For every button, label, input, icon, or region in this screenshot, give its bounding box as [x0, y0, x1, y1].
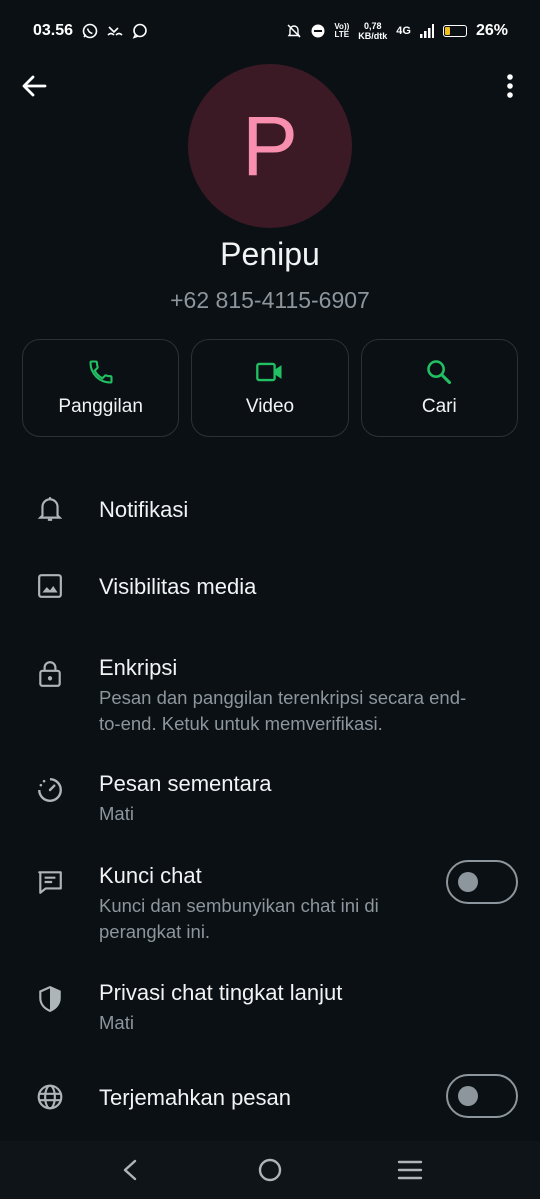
status-bar-right: Vo)) LTE 0,78 KB/dtk 4G 26% — [286, 21, 508, 41]
contact-avatar[interactable]: P — [188, 64, 352, 228]
advanced-privacy-row[interactable]: Privasi chat tingkat lanjut Mati — [0, 977, 540, 1037]
missed-call-icon — [107, 23, 123, 39]
advanced-privacy-subtitle: Mati — [99, 1012, 134, 1033]
chat-lock-row[interactable]: Kunci chat Kunci dan sembunyikan chat in… — [0, 860, 540, 950]
volte-bottom: LTE — [334, 30, 350, 39]
network-speed-value: 0,78 — [364, 21, 382, 31]
translate-messages-row[interactable]: Terjemahkan pesan — [0, 1074, 540, 1120]
network-speed: 0,78 KB/dtk — [358, 21, 387, 41]
status-bar-left: 03.56 — [33, 22, 148, 40]
video-icon — [256, 362, 282, 382]
nav-back-icon — [123, 1159, 137, 1181]
lock-icon — [34, 658, 66, 690]
nav-recents-icon — [397, 1160, 423, 1180]
globe-icon — [34, 1081, 66, 1113]
status-time: 03.56 — [33, 22, 74, 39]
whatsapp-icon — [82, 23, 98, 39]
battery-percent: 26% — [475, 22, 508, 39]
search-button-label: Cari — [421, 396, 457, 417]
contact-name: Penipu — [220, 236, 320, 272]
battery-fill — [444, 27, 450, 35]
more-options-button[interactable] — [498, 70, 522, 102]
nav-back-button[interactable] — [110, 1150, 150, 1190]
disappearing-subtitle: Mati — [99, 803, 134, 824]
system-nav-bar — [0, 1141, 540, 1199]
status-bar: 03.56 Vo)) LTE 0,78 KB/dtk 4G 26% — [0, 0, 540, 62]
avatar-letter: P — [241, 98, 299, 193]
back-button[interactable] — [18, 70, 50, 102]
search-icon — [427, 360, 452, 385]
media-visibility-row[interactable]: Visibilitas media — [0, 567, 540, 607]
shield-icon — [34, 983, 66, 1015]
translate-toggle[interactable] — [446, 1074, 518, 1118]
chat-lock-title: Kunci chat — [99, 863, 202, 888]
disappearing-title: Pesan sementara — [99, 771, 272, 796]
encryption-row[interactable]: Enkripsi Pesan dan panggilan terenkripsi… — [0, 652, 540, 742]
video-button-label: Video — [245, 396, 295, 417]
nav-home-button[interactable] — [250, 1150, 290, 1190]
notifications-row[interactable]: Notifikasi — [0, 490, 540, 530]
dnd-icon — [311, 24, 325, 38]
more-vertical-icon — [507, 74, 513, 98]
bell-icon — [34, 493, 66, 525]
media-visibility-title: Visibilitas media — [99, 574, 257, 599]
signal-icon — [419, 24, 434, 38]
nav-home-icon — [258, 1158, 282, 1182]
volte-indicator: Vo)) LTE — [334, 23, 349, 39]
advanced-privacy-title: Privasi chat tingkat lanjut — [99, 980, 343, 1005]
disappearing-messages-row[interactable]: Pesan sementara Mati — [0, 768, 540, 828]
translate-toggle-knob — [458, 1086, 478, 1106]
chat-lock-icon — [34, 866, 66, 898]
chat-lock-toggle-knob — [458, 872, 478, 892]
mute-icon — [286, 23, 302, 39]
call-button-label: Panggilan — [58, 396, 143, 417]
image-icon — [34, 570, 66, 602]
arrow-left-icon — [22, 75, 47, 97]
network-type: 4G — [396, 25, 411, 37]
encryption-title: Enkripsi — [99, 655, 178, 680]
chat-lock-subtitle: Kunci dan sembunyikan chat ini di perang… — [99, 895, 379, 942]
phone-icon — [89, 360, 113, 384]
chat-lock-toggle[interactable] — [446, 860, 518, 904]
encryption-subtitle: Pesan dan panggilan terenkripsi secara e… — [99, 687, 467, 734]
message-icon — [132, 23, 148, 39]
video-button[interactable]: Video — [191, 339, 349, 437]
search-button[interactable]: Cari — [360, 339, 518, 437]
contact-phone: +62 815-4115-6907 — [170, 287, 370, 313]
battery-icon — [442, 25, 467, 37]
notifications-title: Notifikasi — [99, 497, 189, 522]
action-buttons: Panggilan Video Cari — [22, 339, 518, 437]
call-button[interactable]: Panggilan — [22, 339, 180, 437]
timer-icon — [34, 774, 66, 806]
network-speed-unit: KB/dtk — [358, 31, 388, 41]
translate-title: Terjemahkan pesan — [99, 1085, 292, 1110]
nav-recents-button[interactable] — [390, 1150, 430, 1190]
